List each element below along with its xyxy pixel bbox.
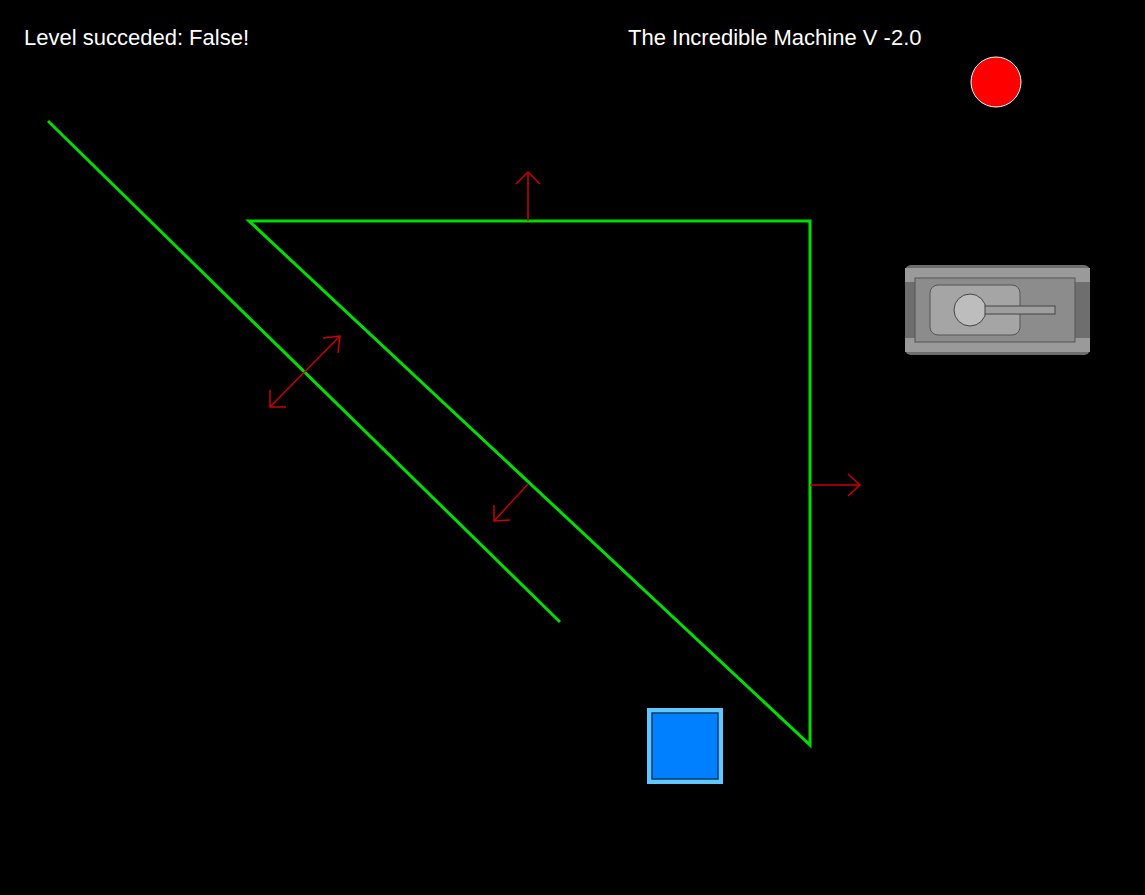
triangle[interactable] bbox=[249, 221, 810, 745]
tank[interactable] bbox=[905, 265, 1090, 355]
diagonal-arrow-icon bbox=[494, 484, 528, 521]
ramp[interactable] bbox=[48, 121, 560, 622]
level-status: Level succeded: False! bbox=[24, 24, 249, 52]
game-title: The Incredible Machine V -2.0 bbox=[628, 24, 922, 52]
box[interactable] bbox=[647, 708, 723, 784]
ball[interactable] bbox=[971, 57, 1021, 107]
up-arrow-icon bbox=[516, 172, 540, 221]
game-screen: Level succeded: False! The Incredible Mac… bbox=[0, 0, 1145, 895]
right-arrow-icon bbox=[810, 474, 860, 496]
double-arrow-icon bbox=[270, 336, 340, 407]
game-canvas bbox=[0, 0, 1145, 895]
